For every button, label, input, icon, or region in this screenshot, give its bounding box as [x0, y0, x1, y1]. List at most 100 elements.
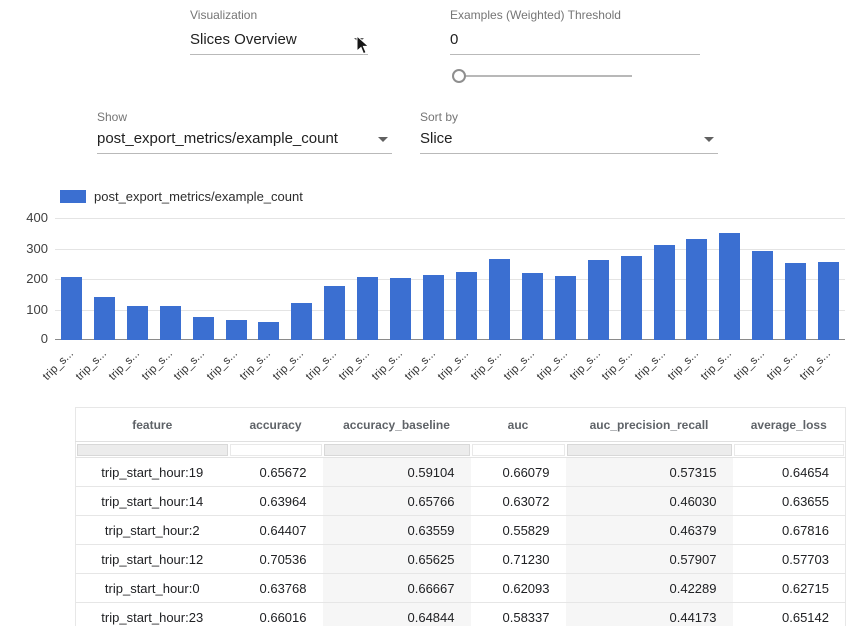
- chevron-down-icon: [704, 137, 714, 142]
- bar-slot: [384, 218, 417, 340]
- chart-bars: [55, 218, 845, 340]
- metric-cell: 0.64407: [229, 516, 323, 545]
- metrics-table: featureaccuracyaccuracy_baselineaucauc_p…: [75, 407, 846, 626]
- metric-cell: 0.63655: [733, 487, 846, 516]
- metric-cell: 0.42289: [566, 574, 733, 603]
- filter-cell: [324, 444, 470, 456]
- show-select[interactable]: post_export_metrics/example_count: [97, 128, 392, 154]
- feature-cell: trip_start_hour:0: [76, 574, 229, 603]
- bar-slot: [417, 218, 450, 340]
- y-axis-label: 0: [8, 331, 48, 346]
- metric-cell: 0.65672: [229, 458, 323, 487]
- metric-cell: 0.62715: [733, 574, 846, 603]
- visualization-select[interactable]: Slices Overview: [190, 29, 368, 55]
- threshold-input[interactable]: [450, 29, 700, 55]
- metric-cell: 0.55829: [471, 516, 566, 545]
- column-header-accuracy[interactable]: accuracy: [229, 408, 323, 442]
- metric-cell: 0.58337: [471, 603, 566, 626]
- visualization-label: Visualization: [190, 8, 257, 22]
- metric-cell: 0.63559: [323, 516, 471, 545]
- metric-cell: 0.63964: [229, 487, 323, 516]
- bar-slot: [450, 218, 483, 340]
- bar-slot: [582, 218, 615, 340]
- table-row: trip_start_hour:20.644070.635590.558290.…: [76, 516, 846, 545]
- chart-legend: post_export_metrics/example_count: [60, 189, 303, 204]
- column-header-feature[interactable]: feature: [76, 408, 229, 442]
- table-row: trip_start_hour:120.705360.656250.712300…: [76, 545, 846, 574]
- bar[interactable]: [654, 245, 675, 340]
- bar[interactable]: [719, 233, 740, 340]
- bar-slot: [220, 218, 253, 340]
- metric-cell: 0.46379: [566, 516, 733, 545]
- bar[interactable]: [291, 303, 312, 340]
- feature-cell: trip_start_hour:14: [76, 487, 229, 516]
- bar[interactable]: [456, 272, 477, 340]
- metric-cell: 0.65766: [323, 487, 471, 516]
- column-header-average_loss[interactable]: average_loss: [733, 408, 846, 442]
- column-header-accuracy_baseline[interactable]: accuracy_baseline: [323, 408, 471, 442]
- bar-slot: [549, 218, 582, 340]
- bar-slot: [681, 218, 714, 340]
- y-axis-label: 400: [8, 210, 48, 225]
- bar[interactable]: [357, 277, 378, 340]
- filter-cell: [472, 444, 565, 456]
- bar[interactable]: [818, 262, 839, 340]
- chart-y-axis: 0100200300400: [8, 218, 48, 340]
- bar[interactable]: [522, 273, 543, 340]
- metric-cell: 0.71230: [471, 545, 566, 574]
- bar[interactable]: [127, 306, 148, 340]
- filter-row: [76, 442, 846, 458]
- bar-slot: [615, 218, 648, 340]
- bar[interactable]: [258, 322, 279, 340]
- bar-slot: [121, 218, 154, 340]
- bar[interactable]: [588, 260, 609, 340]
- metric-cell: 0.57315: [566, 458, 733, 487]
- bar[interactable]: [324, 286, 345, 340]
- bar[interactable]: [489, 259, 510, 340]
- bar-slot: [318, 218, 351, 340]
- threshold-slider-thumb[interactable]: [452, 69, 466, 83]
- feature-cell: trip_start_hour:23: [76, 603, 229, 626]
- bar[interactable]: [61, 277, 82, 340]
- bar-slot: [746, 218, 779, 340]
- metric-cell: 0.66079: [471, 458, 566, 487]
- bar-slot: [483, 218, 516, 340]
- bar[interactable]: [226, 320, 247, 340]
- threshold-slider-track[interactable]: [455, 75, 632, 77]
- metric-cell: 0.65142: [733, 603, 846, 626]
- table-row: trip_start_hour:140.639640.657660.630720…: [76, 487, 846, 516]
- column-header-auc[interactable]: auc: [471, 408, 566, 442]
- bar-slot: [648, 218, 681, 340]
- metric-cell: 0.59104: [323, 458, 471, 487]
- bar[interactable]: [785, 263, 806, 340]
- bar[interactable]: [390, 278, 411, 340]
- bar[interactable]: [621, 256, 642, 340]
- table-row: trip_start_hour:230.660160.648440.583370…: [76, 603, 846, 626]
- metric-cell: 0.64654: [733, 458, 846, 487]
- metric-cell: 0.57907: [566, 545, 733, 574]
- bar[interactable]: [423, 275, 444, 340]
- bar[interactable]: [94, 297, 115, 340]
- bar-slot: [351, 218, 384, 340]
- bar-slot: [55, 218, 88, 340]
- metric-cell: 0.46030: [566, 487, 733, 516]
- bar[interactable]: [193, 317, 214, 340]
- bar[interactable]: [752, 251, 773, 340]
- metric-cell: 0.70536: [229, 545, 323, 574]
- metric-cell: 0.64844: [323, 603, 471, 626]
- bar[interactable]: [555, 276, 576, 340]
- chart-plot: [55, 218, 845, 340]
- feature-cell: trip_start_hour:2: [76, 516, 229, 545]
- table-header-row: featureaccuracyaccuracy_baselineaucauc_p…: [76, 408, 846, 442]
- bar-slot: [812, 218, 845, 340]
- bar[interactable]: [160, 306, 181, 340]
- column-header-auc_precision_recall[interactable]: auc_precision_recall: [566, 408, 733, 442]
- metric-cell: 0.63768: [229, 574, 323, 603]
- bar[interactable]: [686, 239, 707, 340]
- metric-cell: 0.67816: [733, 516, 846, 545]
- metric-cell: 0.44173: [566, 603, 733, 626]
- sort-by-select-value: Slice: [420, 130, 453, 147]
- filter-cell: [734, 444, 845, 456]
- sort-by-select[interactable]: Slice: [420, 128, 718, 154]
- y-axis-label: 100: [8, 302, 48, 317]
